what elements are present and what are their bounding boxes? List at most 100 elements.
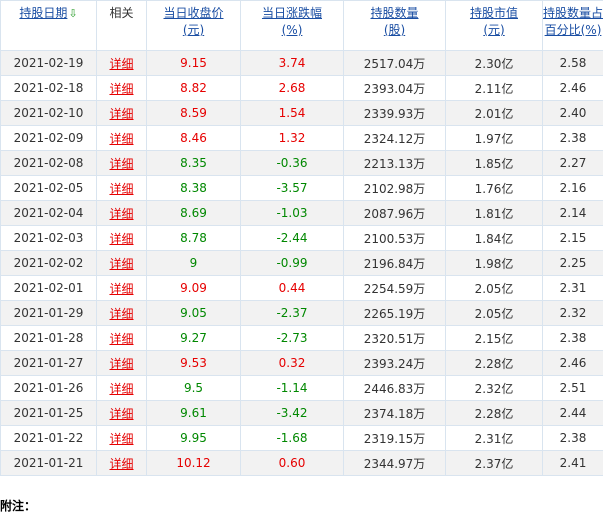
close-price-cell: 9.05 <box>146 300 241 326</box>
detail-link-cell[interactable]: 详细 <box>96 425 147 451</box>
col-header-change-line2[interactable]: (%) <box>242 22 343 39</box>
close-price-cell: 9.15 <box>146 50 241 76</box>
col-header-value-line1[interactable]: 持股市值 <box>470 6 518 20</box>
hold-qty-cell: 2087.96万 <box>343 200 446 226</box>
detail-link[interactable]: 详细 <box>109 232 133 246</box>
date-cell: 2021-02-10 <box>0 100 97 126</box>
hold-qty-cell: 2517.04万 <box>343 50 446 76</box>
detail-link[interactable]: 详细 <box>109 382 133 396</box>
detail-link[interactable]: 详细 <box>109 432 133 446</box>
col-header-close-line2[interactable]: (元) <box>148 22 240 39</box>
hold-value-cell: 2.11亿 <box>445 75 543 101</box>
col-header-hold-qty[interactable]: 持股数量 (股) <box>343 0 446 51</box>
hold-value-cell: 2.32亿 <box>445 375 543 401</box>
hold-qty-cell: 2320.51万 <box>343 325 446 351</box>
col-header-date-label[interactable]: 持股日期 <box>19 6 67 20</box>
detail-link-cell[interactable]: 详细 <box>96 100 147 126</box>
hold-qty-cell: 2393.24万 <box>343 350 446 376</box>
detail-link-cell[interactable]: 详细 <box>96 300 147 326</box>
hold-pct-cell: 2.14 <box>542 200 603 226</box>
col-header-close-line1[interactable]: 当日收盘价 <box>163 6 223 20</box>
detail-link[interactable]: 详细 <box>109 457 133 471</box>
hold-value-cell: 2.28亿 <box>445 350 543 376</box>
detail-link[interactable]: 详细 <box>109 357 133 371</box>
detail-link[interactable]: 详细 <box>109 107 133 121</box>
detail-link-cell[interactable]: 详细 <box>96 250 147 276</box>
detail-link-cell[interactable]: 详细 <box>96 225 147 251</box>
col-header-hold-value[interactable]: 持股市值 (元) <box>445 0 543 51</box>
col-header-qty-line1[interactable]: 持股数量 <box>370 6 418 20</box>
detail-link[interactable]: 详细 <box>109 257 133 271</box>
hold-pct-cell: 2.46 <box>542 350 603 376</box>
hold-qty-cell: 2265.19万 <box>343 300 446 326</box>
detail-link-cell[interactable]: 详细 <box>96 125 147 151</box>
detail-link[interactable]: 详细 <box>109 182 133 196</box>
detail-link-cell[interactable]: 详细 <box>96 75 147 101</box>
close-price-cell: 9.61 <box>146 400 241 426</box>
detail-link[interactable]: 详细 <box>109 307 133 321</box>
detail-link[interactable]: 详细 <box>109 157 133 171</box>
hold-qty-cell: 2213.13万 <box>343 150 446 176</box>
change-pct-cell: -1.03 <box>240 200 344 226</box>
detail-link[interactable]: 详细 <box>109 332 133 346</box>
detail-link[interactable]: 详细 <box>109 57 133 71</box>
hold-pct-cell: 2.46 <box>542 75 603 101</box>
detail-link-cell[interactable]: 详细 <box>96 400 147 426</box>
date-cell: 2021-01-28 <box>0 325 97 351</box>
hold-pct-cell: 2.44 <box>542 400 603 426</box>
hold-qty-cell: 2102.98万 <box>343 175 446 201</box>
change-pct-cell: 2.68 <box>240 75 344 101</box>
hold-pct-cell: 2.51 <box>542 375 603 401</box>
detail-link-cell[interactable]: 详细 <box>96 50 147 76</box>
col-header-close-price[interactable]: 当日收盘价 (元) <box>146 0 241 51</box>
detail-link-cell[interactable]: 详细 <box>96 450 147 476</box>
date-cell: 2021-01-21 <box>0 450 97 476</box>
change-pct-cell: -1.68 <box>240 425 344 451</box>
table-header-row: 持股日期⇩ 相关 当日收盘价 (元) 当日涨跌幅 (%) 持股数量 (股) 持股市值 (… <box>0 0 603 51</box>
date-cell: 2021-01-26 <box>0 375 97 401</box>
table-row: 2021-02-19 详细 9.15 3.74 2517.04万 2.30亿 2.58 <box>0 50 603 76</box>
col-header-pct-line1[interactable]: 持股数量占A股 <box>544 6 603 20</box>
date-cell: 2021-01-29 <box>0 300 97 326</box>
col-header-change-line1[interactable]: 当日涨跌幅 <box>262 6 322 20</box>
date-cell: 2021-02-03 <box>0 225 97 251</box>
col-header-qty-line2[interactable]: (股) <box>345 22 445 39</box>
hold-value-cell: 2.37亿 <box>445 450 543 476</box>
date-cell: 2021-02-08 <box>0 150 97 176</box>
detail-link[interactable]: 详细 <box>109 407 133 421</box>
change-pct-cell: -2.44 <box>240 225 344 251</box>
detail-link-cell[interactable]: 详细 <box>96 325 147 351</box>
detail-link[interactable]: 详细 <box>109 207 133 221</box>
change-pct-cell: 0.60 <box>240 450 344 476</box>
col-header-related-label: 相关 <box>109 6 134 20</box>
detail-link-cell[interactable]: 详细 <box>96 175 147 201</box>
detail-link-cell[interactable]: 详细 <box>96 350 147 376</box>
detail-link[interactable]: 详细 <box>109 82 133 96</box>
col-header-date[interactable]: 持股日期⇩ <box>0 0 97 51</box>
sort-desc-icon[interactable]: ⇩ <box>68 7 77 20</box>
close-price-cell: 9.27 <box>146 325 241 351</box>
col-header-change-pct[interactable]: 当日涨跌幅 (%) <box>240 0 344 51</box>
detail-link-cell[interactable]: 详细 <box>96 275 147 301</box>
col-header-related: 相关 <box>96 0 147 51</box>
date-cell: 2021-02-19 <box>0 50 97 76</box>
col-header-pct-line2[interactable]: 百分比(%) <box>544 22 603 39</box>
table-row: 2021-01-27 详细 9.53 0.32 2393.24万 2.28亿 2.46 <box>0 350 603 376</box>
change-pct-cell: 1.32 <box>240 125 344 151</box>
close-price-cell: 9 <box>146 250 241 276</box>
date-cell: 2021-02-05 <box>0 175 97 201</box>
change-pct-cell: 0.32 <box>240 350 344 376</box>
close-price-cell: 8.82 <box>146 75 241 101</box>
close-price-cell: 9.53 <box>146 350 241 376</box>
detail-link-cell[interactable]: 详细 <box>96 150 147 176</box>
detail-link[interactable]: 详细 <box>109 282 133 296</box>
detail-link[interactable]: 详细 <box>109 132 133 146</box>
date-cell: 2021-01-22 <box>0 425 97 451</box>
detail-link-cell[interactable]: 详细 <box>96 375 147 401</box>
col-header-hold-pct[interactable]: 持股数量占A股百分比(%) <box>542 0 603 51</box>
change-pct-cell: -0.36 <box>240 150 344 176</box>
close-price-cell: 9.09 <box>146 275 241 301</box>
col-header-value-line2[interactable]: (元) <box>447 22 542 39</box>
detail-link-cell[interactable]: 详细 <box>96 200 147 226</box>
table-row: 2021-02-04 详细 8.69 -1.03 2087.96万 1.81亿 2.14 <box>0 200 603 226</box>
